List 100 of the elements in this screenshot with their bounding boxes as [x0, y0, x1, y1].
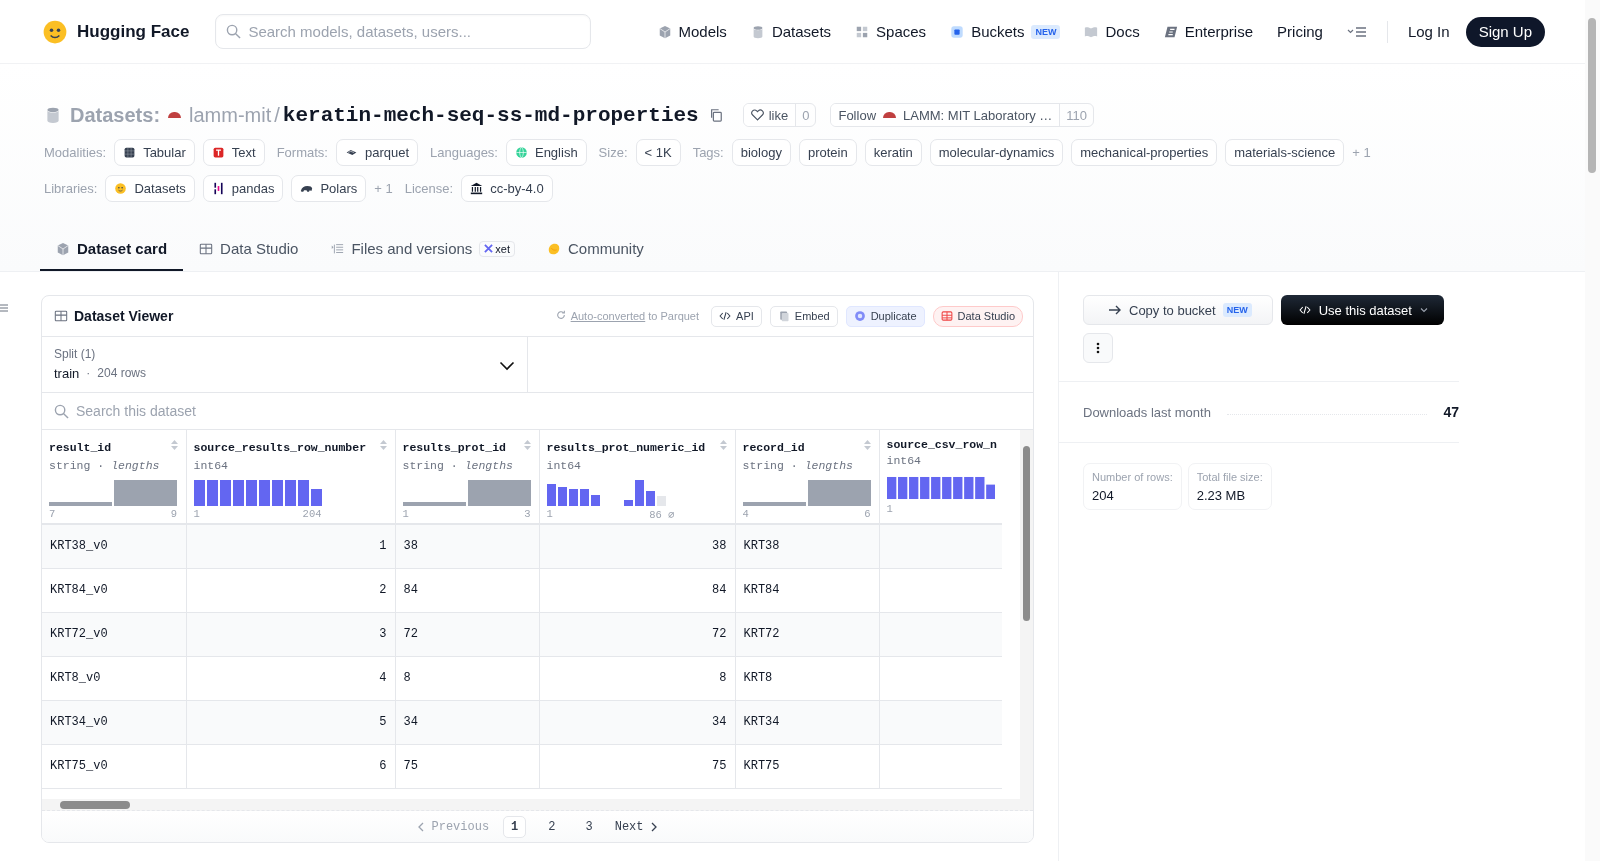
- bars-icon: [211, 182, 225, 195]
- tag-chip[interactable]: biology: [731, 139, 791, 166]
- tag-chip[interactable]: protein: [798, 139, 857, 166]
- stat-value: 204: [1092, 488, 1115, 503]
- scrollbar-thumb[interactable]: [1588, 18, 1596, 173]
- search-field[interactable]: Search models, datasets, users...: [215, 14, 592, 49]
- table-cell: KRT8_v0: [42, 656, 186, 700]
- menu-icon[interactable]: [1346, 25, 1367, 38]
- table-cell: KRT34_v0: [42, 700, 186, 744]
- letter-e-icon: [1163, 24, 1178, 39]
- tag-chip[interactable]: English: [505, 139, 587, 166]
- table-icon: [199, 241, 214, 256]
- tag-chip[interactable]: molecular-dynamics: [929, 139, 1064, 166]
- tag-chip[interactable]: Text: [202, 139, 265, 166]
- tag-chip[interactable]: materials-science: [1225, 139, 1345, 166]
- action-button[interactable]: Data Studio: [932, 305, 1023, 327]
- search-field[interactable]: Search this dataset: [42, 393, 1033, 429]
- stat-label: Total file size:: [1196, 471, 1263, 483]
- scrollbar[interactable]: [1585, 0, 1600, 861]
- table-cell: KRT84: [735, 568, 879, 612]
- range-min: 1: [886, 503, 893, 515]
- table-cell: 75: [395, 744, 539, 788]
- table-cell: 38: [539, 524, 735, 568]
- tag-chip[interactable]: mechanical-properties: [1071, 139, 1218, 166]
- table-cell: 84: [395, 568, 539, 612]
- page-link[interactable]: 2: [540, 815, 564, 838]
- scrollbar-thumb[interactable]: [1023, 446, 1030, 621]
- scrollbar[interactable]: [1020, 430, 1033, 799]
- meta-label: License:: [404, 181, 454, 196]
- nav-link[interactable]: Models: [657, 23, 727, 40]
- copy-icon: [777, 310, 790, 322]
- smiley-icon: [114, 182, 128, 195]
- globe-icon: [514, 146, 528, 159]
- nav-link[interactable]: Docs: [1084, 23, 1140, 40]
- menu-icon[interactable]: [0, 303, 8, 313]
- table-cell: 84: [539, 568, 735, 612]
- tag-chip[interactable]: cc-by-4.0: [461, 175, 553, 202]
- site-name[interactable]: Hugging Face: [77, 21, 190, 42]
- scrollbar-thumb[interactable]: [60, 801, 130, 809]
- column-type: int64: [546, 459, 582, 472]
- nav-link[interactable]: Buckets NEW: [950, 23, 1061, 40]
- tab[interactable]: Community: [531, 240, 660, 271]
- action-button[interactable]: Embed: [769, 305, 838, 327]
- login-link[interactable]: Log In: [1407, 23, 1450, 40]
- table-cell: 75: [539, 744, 735, 788]
- range-max: 204: [302, 508, 322, 520]
- table-cell: KRT8: [735, 656, 879, 700]
- tab[interactable]: Data Studio: [183, 240, 315, 271]
- split-select[interactable]: Split (1) train · 204 rows: [42, 337, 528, 392]
- next-link[interactable]: Next: [614, 819, 658, 834]
- caret-icon: [1419, 307, 1428, 313]
- meta-label: Languages:: [430, 145, 498, 160]
- copy-to-bucket-button[interactable]: Copy to bucket NEW: [1083, 295, 1273, 325]
- table-cell: KRT34: [735, 700, 879, 744]
- heart-icon: [750, 109, 764, 121]
- page-link[interactable]: 3: [577, 815, 601, 838]
- list-icon: [330, 241, 345, 256]
- circle-icon: [853, 310, 866, 322]
- signup-button[interactable]: Sign Up: [1465, 16, 1545, 47]
- tag-chip[interactable]: Polars: [291, 175, 367, 202]
- tab[interactable]: Files and versions xet: [314, 240, 531, 271]
- scrollbar[interactable]: [42, 799, 1033, 811]
- tag-chip[interactable]: pandas: [202, 175, 284, 202]
- nav-link[interactable]: Datasets: [750, 23, 832, 40]
- tab[interactable]: Dataset card: [40, 240, 184, 271]
- action-button[interactable]: API: [711, 305, 762, 327]
- column-name: results_prot_id: [402, 440, 507, 454]
- nav-link[interactable]: Pricing: [1277, 23, 1323, 40]
- action-button[interactable]: Duplicate: [845, 305, 925, 327]
- table-icon: [940, 310, 953, 322]
- more-options-button[interactable]: [1083, 333, 1113, 363]
- section-label: Datasets:: [70, 103, 161, 127]
- meta-label: Modalities:: [44, 145, 107, 160]
- meta-label: Tags:: [692, 145, 724, 160]
- column-type: string · lengths: [49, 459, 161, 472]
- copy-icon[interactable]: [708, 108, 723, 122]
- column-type: int64: [193, 459, 229, 472]
- nav-link[interactable]: Enterprise: [1163, 23, 1254, 40]
- tag-chip[interactable]: parquet: [335, 139, 418, 166]
- table-cell: 1: [186, 524, 395, 568]
- tag-chip[interactable]: Tabular: [114, 139, 195, 166]
- panel-title: Dataset Viewer: [74, 308, 174, 324]
- page-link[interactable]: 1: [503, 815, 527, 838]
- table-cell: KRT75: [735, 744, 879, 788]
- nav-link[interactable]: Spaces: [855, 23, 927, 40]
- kebab-icon: [1096, 342, 1100, 354]
- table-cell: KRT38: [735, 524, 879, 568]
- column-name: source_csv_row_n: [886, 438, 997, 451]
- stat-label: Number of rows:: [1092, 471, 1173, 483]
- meta-label: Size:: [598, 145, 628, 160]
- column-name: record_id: [742, 440, 805, 454]
- table-cell: KRT84_v0: [42, 568, 186, 612]
- tag-chip[interactable]: < 1K: [635, 139, 681, 166]
- grid-icon: [855, 24, 870, 39]
- use-dataset-button[interactable]: Use this dataset: [1280, 295, 1444, 325]
- cube-icon: [56, 241, 70, 256]
- tag-chip[interactable]: keratin: [864, 139, 922, 166]
- meta-label: Formats:: [276, 145, 328, 160]
- table-cell: 38: [395, 524, 539, 568]
- tag-chip[interactable]: Datasets: [105, 175, 195, 202]
